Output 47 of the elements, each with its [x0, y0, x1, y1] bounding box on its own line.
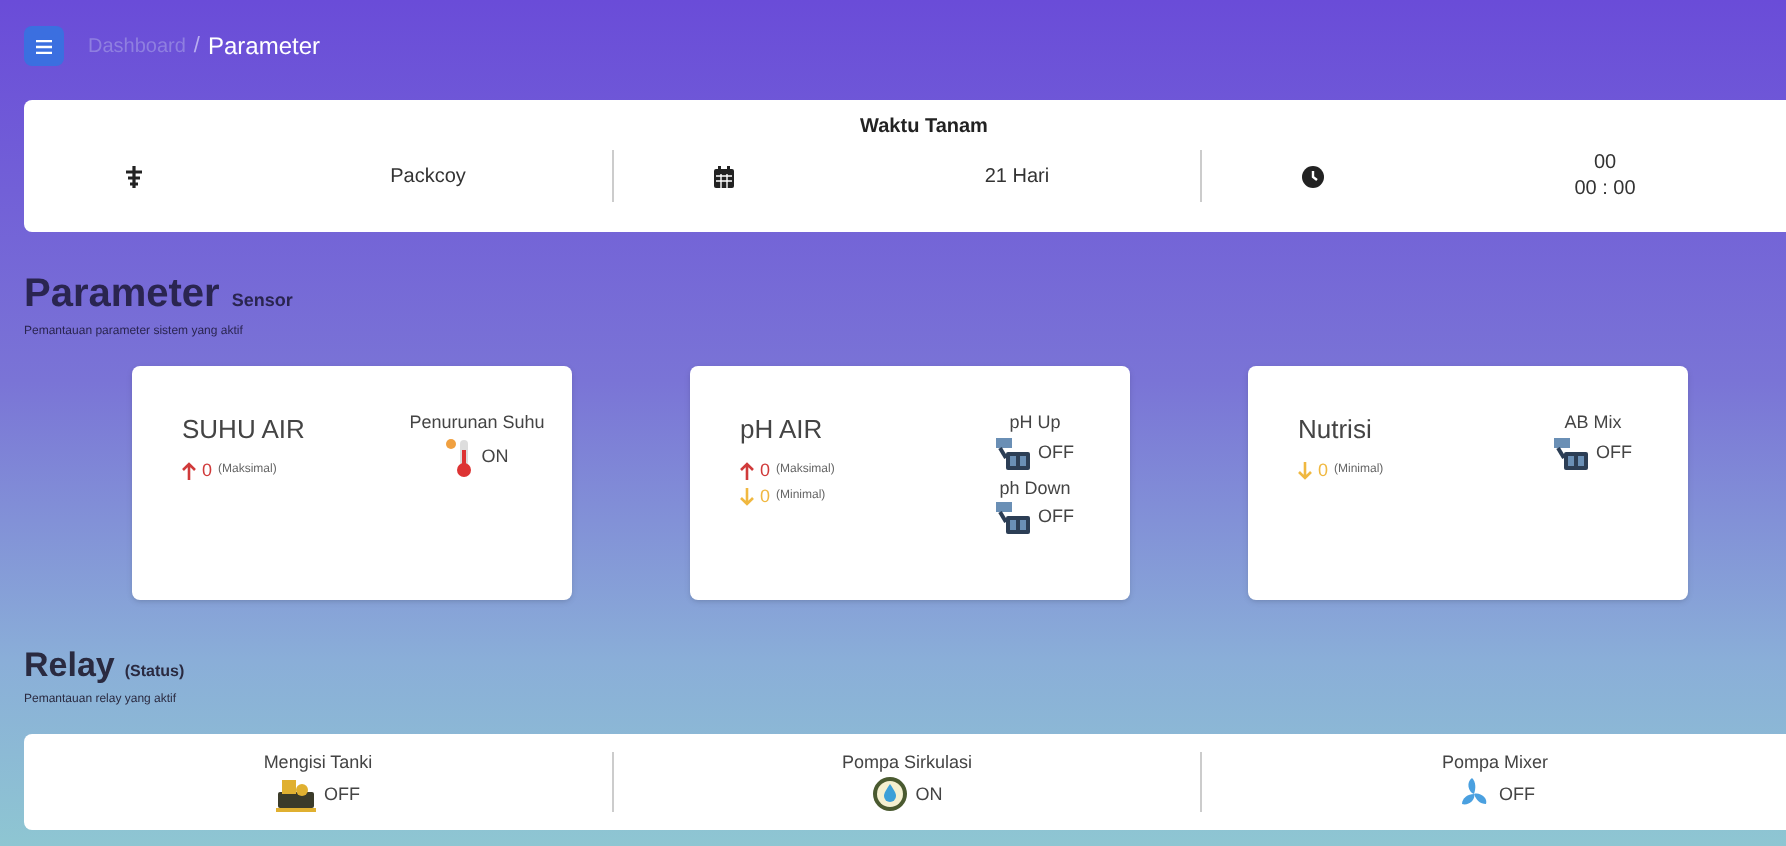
info-value: 00 — [1593, 150, 1617, 176]
menu-icon — [36, 39, 52, 53]
breadcrumb-link[interactable]: Parameter — [207, 28, 321, 64]
actuator-name: pH Up — [1009, 410, 1061, 436]
arrow-up-icon — [182, 461, 196, 480]
actuator-name: AB Mix — [1564, 410, 1622, 436]
arrow-down-icon — [1298, 461, 1312, 480]
reading-value: 0 — [760, 457, 771, 483]
dosing-pump-icon — [1554, 437, 1588, 469]
relay-name: Pompa Mixer — [1441, 749, 1548, 776]
sensor-title: SUHU AIR — [182, 412, 307, 448]
actuator-status: ON — [481, 443, 509, 470]
thermometer-icon — [445, 437, 474, 477]
pump-icon — [871, 776, 908, 813]
section-subtitle: (Status) — [124, 660, 185, 684]
section-title: Relay — [24, 644, 115, 688]
actuator-status: OFF — [1038, 439, 1074, 466]
actuator-status: OFF — [1038, 504, 1074, 531]
relay-name: Mengisi Tanki — [263, 749, 373, 776]
section-title: Parameter — [24, 270, 220, 320]
calendar-icon — [714, 165, 734, 187]
plant-icon — [124, 164, 144, 188]
reading-value: 0 — [202, 457, 213, 483]
arrow-down-icon — [740, 488, 754, 507]
info-value: 00 : 00 — [1574, 176, 1636, 202]
arrow-up-icon — [740, 461, 754, 480]
reading-value: 0 — [1318, 457, 1329, 483]
breadcrumb-separator: / — [193, 31, 200, 62]
actuator-name: ph Down — [999, 475, 1071, 502]
relay-status: OFF — [1499, 781, 1535, 807]
section-subtitle: Sensor — [231, 288, 293, 314]
relay-name: Pompa Sirkulasi — [841, 749, 973, 776]
info-value: 21 Hari — [984, 163, 1050, 189]
dosing-pump-icon — [996, 437, 1030, 469]
card-title: Waktu Tanam — [860, 114, 988, 142]
sensor-title: Nutrisi — [1298, 412, 1374, 448]
dosing-pump-icon — [996, 502, 1030, 534]
relay-status: OFF — [324, 781, 360, 807]
sensor-title: pH AIR — [740, 412, 825, 448]
tank-machine-icon — [276, 776, 316, 813]
info-value: Packcoy — [390, 163, 466, 189]
menu-button[interactable] — [24, 26, 64, 66]
actuator-status: OFF — [1596, 439, 1632, 466]
relay-status: ON — [915, 781, 943, 807]
actuator-name: Penurunan Suhu — [409, 410, 545, 436]
clock-icon — [1301, 165, 1323, 187]
reading-value: 0 — [760, 484, 771, 510]
